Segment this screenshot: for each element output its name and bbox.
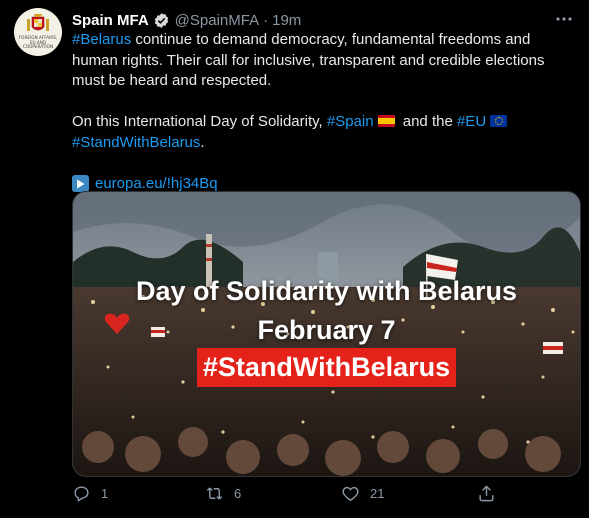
- hashtag-standwithbelarus[interactable]: #StandWithBelarus: [72, 134, 200, 151]
- tweet[interactable]: FOREIGN AFFAIRS, EU AND COOPERATION Spai…: [0, 0, 589, 518]
- verified-badge-icon: [154, 12, 168, 28]
- image-hashtag: #StandWithBelarus: [196, 348, 457, 387]
- paragraph-2-prefix: On this International Day of Solidarity,: [72, 113, 327, 130]
- action-bar: 1 6 21: [72, 484, 552, 508]
- like-button[interactable]: 21: [341, 484, 384, 503]
- reply-button[interactable]: 1: [72, 484, 108, 503]
- play-icon: [72, 175, 89, 193]
- retweet-button[interactable]: 6: [205, 484, 241, 503]
- hashtag-eu[interactable]: #EU: [457, 113, 486, 130]
- timestamp[interactable]: 19m: [272, 12, 301, 29]
- hashtag-spain[interactable]: #Spain: [327, 113, 374, 130]
- eu-flag-icon: [490, 115, 508, 127]
- separator-dot: ·: [263, 11, 269, 29]
- reply-icon: [74, 486, 89, 502]
- retweet-icon: [206, 487, 223, 500]
- like-count: 21: [370, 486, 385, 501]
- paragraph-1-text: continue to demand democracy, fundamenta…: [72, 31, 545, 89]
- tweet-image[interactable]: Day of Solidarity with Belarus February …: [72, 191, 581, 477]
- paragraph-2-end: .: [200, 133, 205, 151]
- share-icon: [479, 485, 494, 502]
- reply-count: 1: [101, 486, 109, 501]
- display-name[interactable]: Spain MFA: [72, 12, 149, 29]
- avatar-caption: FOREIGN AFFAIRS, EU AND COOPERATION: [18, 35, 58, 50]
- image-title-line-2: February 7: [257, 315, 396, 345]
- image-title-line-1: Day of Solidarity with Belarus: [135, 276, 518, 306]
- tweet-text: #Belarus continue to demand democracy, f…: [72, 30, 572, 194]
- paragraph-2-mid: and the: [398, 113, 457, 130]
- tweet-header: Spain MFA @SpainMFA · 19m: [72, 10, 301, 30]
- heart-icon: [342, 486, 359, 502]
- hashtag-belarus[interactable]: #Belarus: [72, 31, 131, 48]
- avatar[interactable]: FOREIGN AFFAIRS, EU AND COOPERATION: [14, 8, 62, 56]
- spain-flag-icon: [377, 115, 395, 127]
- handle[interactable]: @SpainMFA: [175, 12, 259, 29]
- coat-of-arms-icon: [27, 14, 49, 31]
- share-button[interactable]: [477, 484, 496, 503]
- more-icon: [556, 17, 572, 21]
- paragraph-2: On this International Day of Solidarity,…: [72, 112, 572, 153]
- retweet-count: 6: [234, 486, 242, 501]
- image-hashtag-banner: #StandWithBelarus: [73, 348, 580, 387]
- more-options-button[interactable]: [553, 8, 575, 30]
- paragraph-1: #Belarus continue to demand democracy, f…: [72, 30, 572, 92]
